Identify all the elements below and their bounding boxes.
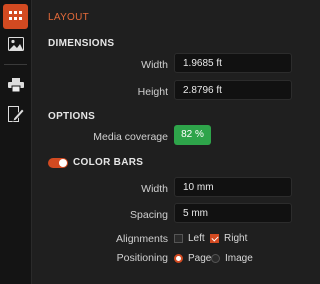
positioning-image-option[interactable]: Image xyxy=(211,253,253,264)
positioning-page-label: Page xyxy=(188,253,212,264)
dimensions-width-field[interactable]: 1.9685 ft xyxy=(174,53,292,73)
alignment-left-option[interactable]: Left xyxy=(174,233,205,244)
dimensions-width-label: Width xyxy=(141,59,168,71)
sidebar-divider xyxy=(4,64,27,65)
image-icon xyxy=(7,36,24,51)
dimensions-title: DIMENSIONS xyxy=(48,38,115,49)
layout-tab-button[interactable] xyxy=(3,4,28,29)
alignment-left-checkbox[interactable] xyxy=(174,234,183,243)
options-title: OPTIONS xyxy=(48,111,96,122)
dimensions-height-label: Height xyxy=(137,86,168,98)
color-bars-spacing-field[interactable]: 5 mm xyxy=(174,203,292,223)
print-tab-button[interactable] xyxy=(3,72,28,97)
panel-header: LAYOUT xyxy=(48,12,90,23)
color-bars-width-field[interactable]: 10 mm xyxy=(174,177,292,197)
printer-icon xyxy=(7,77,24,92)
color-tab-button[interactable] xyxy=(3,101,28,126)
grid-icon xyxy=(9,11,22,20)
positioning-image-label: Image xyxy=(225,253,253,264)
positioning-page-option[interactable]: Page xyxy=(174,253,211,264)
color-bars-spacing-label: Spacing xyxy=(130,209,168,221)
alignment-right-option[interactable]: Right xyxy=(210,233,247,244)
alignment-right-label: Right xyxy=(224,233,248,244)
sidebar xyxy=(0,0,32,284)
alignment-right-checkbox[interactable] xyxy=(210,234,219,243)
color-edit-icon xyxy=(7,105,24,122)
dimensions-height-field[interactable]: 2.8796 ft xyxy=(174,80,292,100)
positioning-label: Positioning xyxy=(116,252,168,264)
alignments-label: Alignments xyxy=(116,233,168,245)
positioning-page-radio[interactable] xyxy=(174,254,183,263)
layout-panel: LAYOUT DIMENSIONS Width 1.9685 ft Height… xyxy=(36,0,296,284)
color-bars-width-label: Width xyxy=(141,183,168,195)
color-bars-toggle[interactable] xyxy=(48,158,68,168)
alignment-left-label: Left xyxy=(188,233,205,244)
image-tab-button[interactable] xyxy=(3,31,28,56)
positioning-image-radio[interactable] xyxy=(211,254,220,263)
media-coverage-label: Media coverage xyxy=(93,131,168,143)
color-bars-title: COLOR BARS xyxy=(73,157,144,168)
media-coverage-badge: 82 % xyxy=(174,125,211,145)
